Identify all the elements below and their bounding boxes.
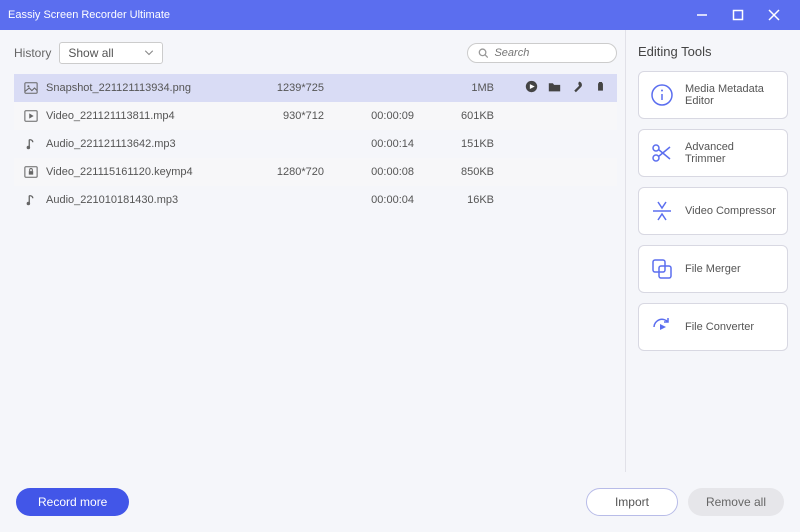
file-size: 601KB — [414, 110, 494, 122]
play-icon[interactable] — [525, 80, 538, 96]
record-more-button[interactable]: Record more — [16, 488, 129, 516]
tool-label: File Converter — [685, 321, 754, 333]
scissors-icon — [649, 140, 675, 166]
history-filter-dropdown[interactable]: Show all — [59, 42, 162, 64]
file-resolution: 930*712 — [244, 110, 324, 122]
dropdown-value: Show all — [68, 46, 113, 60]
search-box[interactable] — [467, 43, 617, 63]
content: History Show all Snapshot_221121113934.p… — [0, 30, 800, 472]
toolbar: History Show all — [14, 42, 617, 64]
sidebar-title: Editing Tools — [638, 44, 788, 59]
audio-icon — [18, 137, 44, 151]
window-controls — [684, 0, 792, 30]
footer: Record more Import Remove all — [0, 472, 800, 532]
file-duration: 00:00:09 — [324, 110, 414, 122]
file-resolution: 1239*725 — [244, 82, 324, 94]
file-duration: 00:00:14 — [324, 138, 414, 150]
file-name: Audio_221010181430.mp3 — [44, 194, 244, 206]
minimize-button[interactable] — [684, 0, 720, 30]
trash-icon[interactable] — [594, 80, 607, 96]
video-icon — [18, 109, 44, 123]
close-button[interactable] — [756, 0, 792, 30]
tool-label: Video Compressor — [685, 205, 776, 217]
file-resolution: 1280*720 — [244, 166, 324, 178]
tool-label: File Merger — [685, 263, 741, 275]
tool-merge[interactable]: File Merger — [638, 245, 788, 293]
file-name: Audio_221121113642.mp3 — [44, 138, 244, 150]
search-icon — [478, 47, 488, 59]
maximize-button[interactable] — [720, 0, 756, 30]
chevron-down-icon — [144, 50, 154, 56]
import-button[interactable]: Import — [586, 488, 678, 516]
remove-all-button[interactable]: Remove all — [688, 488, 784, 516]
compress-icon — [649, 198, 675, 224]
tool-info[interactable]: Media Metadata Editor — [638, 71, 788, 119]
folder-icon[interactable] — [548, 80, 561, 96]
tool-label: Media Metadata Editor — [685, 83, 777, 107]
merge-icon — [649, 256, 675, 282]
file-name: Video_221121113811.mp4 — [44, 110, 244, 122]
file-size: 16KB — [414, 194, 494, 206]
tool-convert[interactable]: File Converter — [638, 303, 788, 351]
history-label: History — [14, 46, 51, 60]
search-input[interactable] — [494, 47, 606, 59]
file-row[interactable]: Audio_221121113642.mp3 00:00:14 151KB — [14, 130, 617, 158]
file-row[interactable]: Audio_221010181430.mp3 00:00:04 16KB — [14, 186, 617, 214]
file-name: Video_221115161120.keymp4 — [44, 166, 244, 178]
file-name: Snapshot_221121113934.png — [44, 82, 244, 94]
file-row[interactable]: Snapshot_221121113934.png 1239*725 1MB — [14, 74, 617, 102]
file-duration: 00:00:04 — [324, 194, 414, 206]
wrench-icon[interactable] — [571, 80, 584, 96]
tool-compress[interactable]: Video Compressor — [638, 187, 788, 235]
tool-scissors[interactable]: Advanced Trimmer — [638, 129, 788, 177]
file-size: 850KB — [414, 166, 494, 178]
file-row[interactable]: Video_221115161120.keymp4 1280*720 00:00… — [14, 158, 617, 186]
image-icon — [18, 81, 44, 95]
file-duration: 00:00:08 — [324, 166, 414, 178]
file-size: 151KB — [414, 138, 494, 150]
row-actions — [494, 80, 613, 96]
titlebar: Eassiy Screen Recorder Ultimate — [0, 0, 800, 30]
sidebar: Editing Tools Media Metadata Editor Advan… — [625, 30, 800, 472]
file-size: 1MB — [414, 82, 494, 94]
convert-icon — [649, 314, 675, 340]
main-panel: History Show all Snapshot_221121113934.p… — [0, 30, 625, 472]
file-list: Snapshot_221121113934.png 1239*725 1MB V… — [14, 74, 617, 472]
audio-icon — [18, 193, 44, 207]
file-row[interactable]: Video_221121113811.mp4 930*712 00:00:09 … — [14, 102, 617, 130]
info-icon — [649, 82, 675, 108]
tool-label: Advanced Trimmer — [685, 141, 777, 165]
locked-icon — [18, 165, 44, 179]
app-title: Eassiy Screen Recorder Ultimate — [8, 9, 684, 21]
